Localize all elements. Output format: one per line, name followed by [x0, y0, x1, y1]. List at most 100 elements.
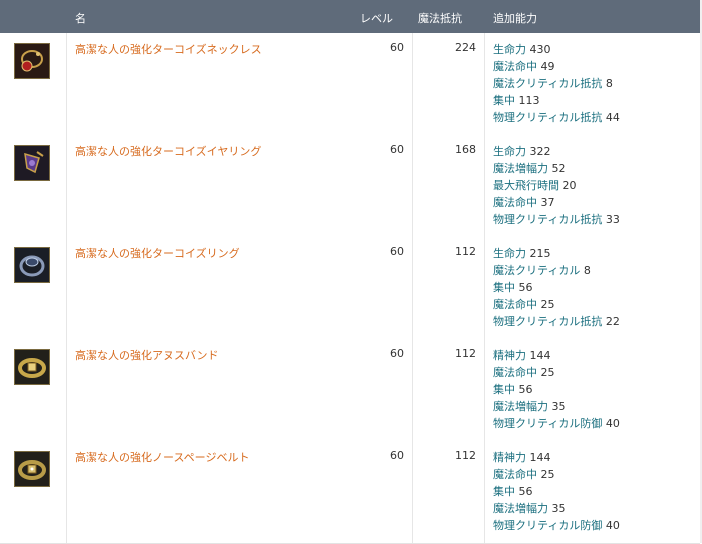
stat-label: 集中 [493, 383, 515, 396]
column-header-magic-resist[interactable]: 魔法抵抗 [418, 10, 462, 26]
stat-line: 生命力 430 [493, 41, 620, 58]
stat-value: 430 [529, 43, 551, 56]
stat-label: 魔法増幅力 [493, 502, 548, 515]
item-bonus-stats: 生命力 430 魔法命中 49 魔法クリティカル抵抗 8 集中 113 物理クリ… [493, 41, 620, 126]
stat-label: 生命力 [493, 43, 526, 56]
stat-label: 生命力 [493, 145, 526, 158]
stat-value: 35 [551, 502, 566, 515]
stat-label: 魔法命中 [493, 468, 537, 481]
stat-line: 最大飛行時間 20 [493, 177, 620, 194]
stat-label: 物理クリティカル抵抗 [493, 111, 603, 124]
column-header-name[interactable]: 名 [75, 10, 86, 26]
stat-line: 物理クリティカル防御 40 [493, 415, 620, 432]
stat-line: 魔法増幅力 35 [493, 398, 620, 415]
stat-value: 49 [540, 60, 555, 73]
stat-line: 魔法クリティカル 8 [493, 262, 620, 279]
stat-line: 物理クリティカル防御 40 [493, 517, 620, 534]
stat-line: 集中 113 [493, 92, 620, 109]
belt-icon[interactable] [14, 349, 50, 385]
ring-icon[interactable] [14, 247, 50, 283]
stat-line: 生命力 215 [493, 245, 620, 262]
stat-label: 魔法命中 [493, 298, 537, 311]
stat-value: 37 [540, 196, 555, 209]
stat-label: 魔法命中 [493, 60, 537, 73]
stat-value: 40 [605, 519, 620, 532]
item-name-link[interactable]: 高潔な人の強化ターコイズリング [75, 245, 240, 261]
stat-line: 精神力 144 [493, 449, 620, 466]
stat-value: 40 [605, 417, 620, 430]
table-header: 名 レベル 魔法抵抗 追加能力 [0, 0, 700, 33]
stat-label: 魔法クリティカル [493, 264, 581, 277]
item-bonus-stats: 精神力 144 魔法命中 25 集中 56 魔法増幅力 35 物理クリティカル防… [493, 347, 620, 432]
item-magic-resist: 168 [455, 143, 476, 156]
stat-value: 144 [529, 349, 551, 362]
stat-line: 魔法命中 37 [493, 194, 620, 211]
stat-label: 物理クリティカル抵抗 [493, 315, 603, 328]
stat-value: 35 [551, 400, 566, 413]
stat-value: 52 [551, 162, 566, 175]
table-row: 高潔な人の強化アヌスバンド 60 112 精神力 144 魔法命中 25 集中 … [0, 339, 700, 442]
stat-label: 精神力 [493, 451, 526, 464]
stat-line: 集中 56 [493, 381, 620, 398]
stat-label: 最大飛行時間 [493, 179, 559, 192]
earring-icon[interactable] [14, 145, 50, 181]
stat-label: 集中 [493, 94, 515, 107]
stat-value: 25 [540, 468, 555, 481]
item-name-link[interactable]: 高潔な人の強化ノースページベルト [75, 449, 249, 465]
stat-line: 集中 56 [493, 483, 620, 500]
item-level: 60 [390, 347, 404, 360]
stat-line: 物理クリティカル抵抗 44 [493, 109, 620, 126]
table-row: 高潔な人の強化ターコイズイヤリング 60 168 生命力 322 魔法増幅力 5… [0, 135, 700, 238]
belt-icon[interactable] [14, 451, 50, 487]
stat-line: 精神力 144 [493, 347, 620, 364]
stat-label: 集中 [493, 485, 515, 498]
stat-value: 20 [562, 179, 577, 192]
item-magic-resist: 112 [455, 347, 476, 360]
stat-line: 魔法命中 49 [493, 58, 620, 75]
stat-value: 8 [605, 77, 613, 90]
stat-label: 魔法増幅力 [493, 162, 548, 175]
stat-label: 物理クリティカル防御 [493, 417, 603, 430]
table-row: 高潔な人の強化ターコイズネックレス 60 224 生命力 430 魔法命中 49… [0, 33, 700, 136]
stat-label: 魔法増幅力 [493, 400, 548, 413]
item-bonus-stats: 生命力 322 魔法増幅力 52 最大飛行時間 20 魔法命中 37 物理クリテ… [493, 143, 620, 228]
item-bonus-stats: 精神力 144 魔法命中 25 集中 56 魔法増幅力 35 物理クリティカル防… [493, 449, 620, 534]
stat-value: 113 [518, 94, 540, 107]
item-level: 60 [390, 245, 404, 258]
item-level: 60 [390, 41, 404, 54]
table-row: 高潔な人の強化ターコイズリング 60 112 生命力 215 魔法クリティカル … [0, 237, 700, 340]
stat-value: 33 [605, 213, 620, 226]
stat-line: 物理クリティカル抵抗 33 [493, 211, 620, 228]
stat-value: 215 [529, 247, 551, 260]
stat-label: 物理クリティカル防御 [493, 519, 603, 532]
stat-line: 魔法増幅力 52 [493, 160, 620, 177]
item-magic-resist: 224 [455, 41, 476, 54]
stat-value: 144 [529, 451, 551, 464]
stat-label: 魔法命中 [493, 366, 537, 379]
item-name-link[interactable]: 高潔な人の強化ターコイズイヤリング [75, 143, 261, 159]
table-row: 高潔な人の強化ノースページベルト 60 112 精神力 144 魔法命中 25 … [0, 441, 700, 544]
item-name-link[interactable]: 高潔な人の強化ターコイズネックレス [75, 41, 262, 57]
stat-line: 魔法クリティカル抵抗 8 [493, 75, 620, 92]
column-header-bonus[interactable]: 追加能力 [493, 10, 537, 26]
item-level: 60 [390, 449, 404, 462]
stat-label: 魔法命中 [493, 196, 537, 209]
column-header-level[interactable]: レベル [360, 10, 393, 26]
stat-line: 魔法命中 25 [493, 296, 620, 313]
item-magic-resist: 112 [455, 245, 476, 258]
stat-label: 魔法クリティカル抵抗 [493, 77, 603, 90]
stat-line: 魔法命中 25 [493, 466, 620, 483]
stat-label: 精神力 [493, 349, 526, 362]
stat-value: 56 [518, 485, 533, 498]
stat-value: 56 [518, 281, 533, 294]
stat-value: 322 [529, 145, 551, 158]
stat-value: 8 [583, 264, 591, 277]
stat-label: 集中 [493, 281, 515, 294]
stat-value: 25 [540, 298, 555, 311]
necklace-icon[interactable] [14, 43, 50, 79]
item-name-link[interactable]: 高潔な人の強化アヌスバンド [75, 347, 219, 363]
stat-line: 魔法命中 25 [493, 364, 620, 381]
stat-value: 56 [518, 383, 533, 396]
stat-label: 物理クリティカル抵抗 [493, 213, 603, 226]
item-level: 60 [390, 143, 404, 156]
